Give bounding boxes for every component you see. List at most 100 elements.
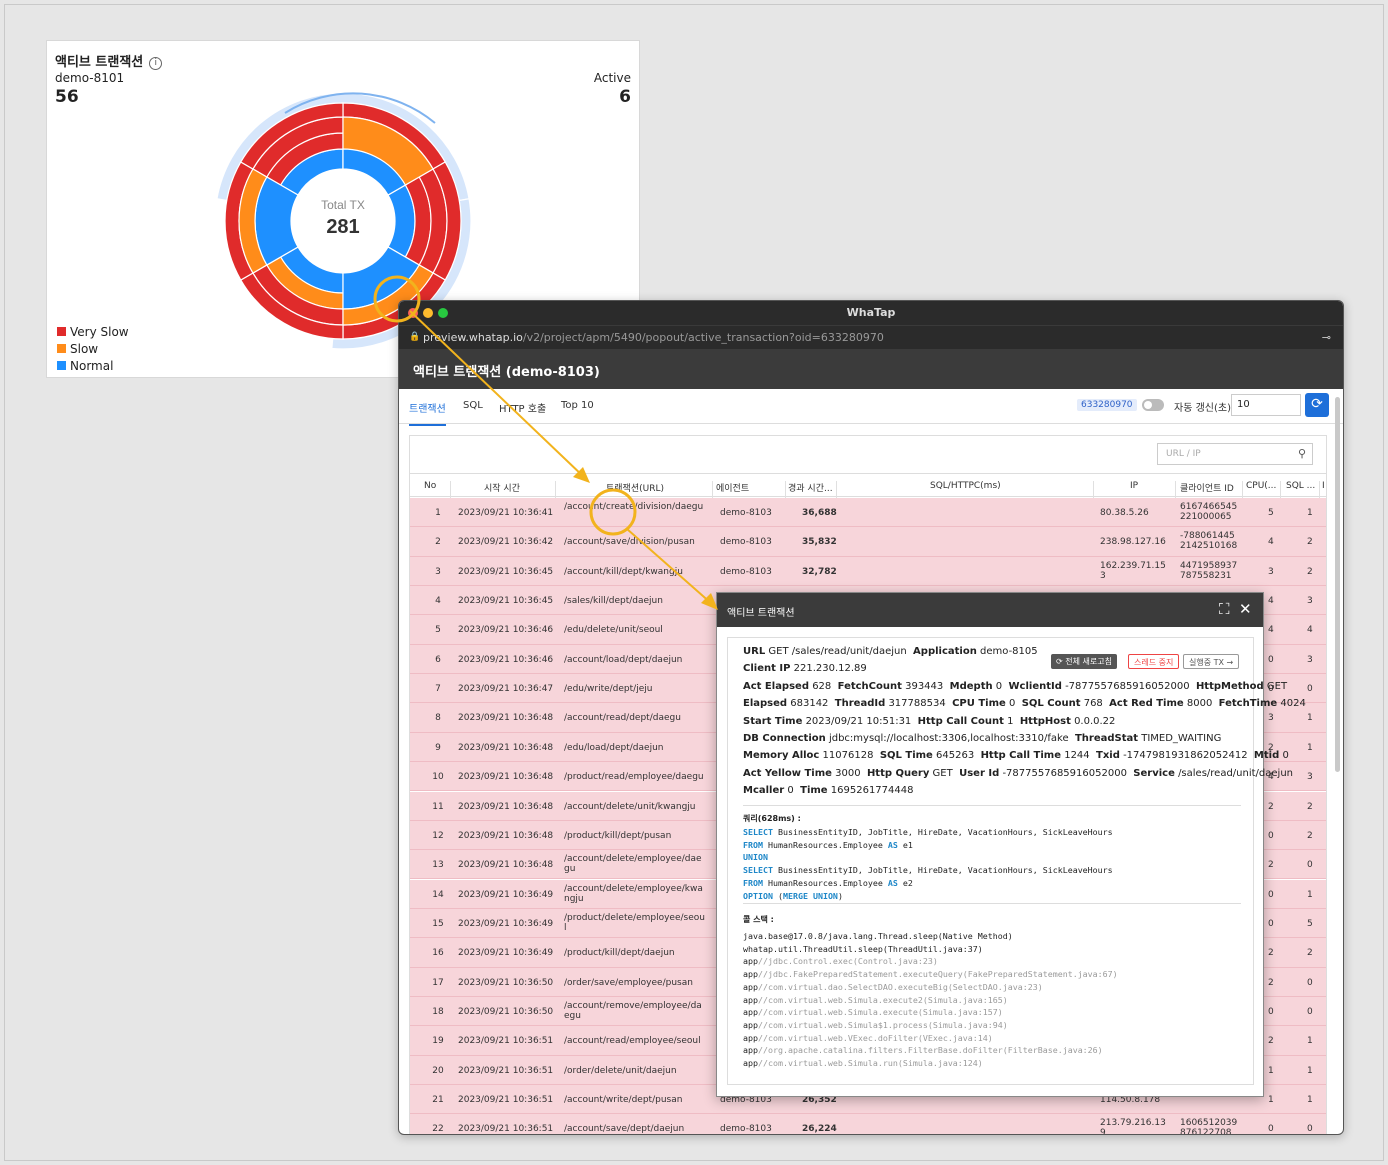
key-icon[interactable]: ⊸ xyxy=(1322,331,1331,344)
cell-cpu: 0 xyxy=(1268,654,1274,665)
cell-url[interactable]: /edu/write/dept/jeju xyxy=(564,684,706,694)
cell-url[interactable]: /order/delete/unit/daejun xyxy=(564,1066,706,1076)
oid-badge[interactable]: 633280970 xyxy=(1077,399,1137,411)
cell-url[interactable]: /account/delete/employee/daegu xyxy=(564,854,706,874)
search-icon[interactable]: ⚲ xyxy=(1298,447,1306,460)
tab-bar: 트랜잭션 SQL HTTP 호출 Top 10 633280970 자동 갱신(… xyxy=(399,389,1343,426)
cell-cpu: 0 xyxy=(1268,1006,1274,1017)
close-icon[interactable]: ✕ xyxy=(1239,600,1252,618)
table-row[interactable]: 3 2023/09/21 10:36:45/account/kill/dept/k… xyxy=(410,556,1326,586)
tab-transaction[interactable]: 트랜잭션 xyxy=(409,400,446,426)
sql-token: BusinessEntityID, JobTitle, HireDate, Va… xyxy=(772,865,1113,876)
cell-cpu: 4 xyxy=(1268,537,1274,548)
table-row[interactable]: 1 2023/09/21 10:36:41/account/create/divi… xyxy=(410,498,1326,528)
running-tx-button[interactable]: 실행중 TX → xyxy=(1183,654,1240,669)
stack-frame: app xyxy=(743,1058,758,1069)
cell-url[interactable]: /account/write/dept/pusan xyxy=(564,1095,706,1105)
search-input[interactable]: URL / IP ⚲ xyxy=(1157,443,1313,465)
stack-frame-path: //com.virtual.web.Simula.run(Simula.java… xyxy=(758,1058,983,1069)
cell-url[interactable]: /product/kill/dept/daejun xyxy=(564,948,706,958)
column-header[interactable]: No xyxy=(424,481,436,491)
table-header: No 시작 시간 트랜잭션(URL) 에이전트 경과 시간... SQL/HTTPC(ms… xyxy=(410,473,1326,503)
cell-url[interactable]: /edu/load/dept/daejun xyxy=(564,743,706,753)
stop-thread-button[interactable]: 스레드 중지 xyxy=(1128,654,1180,669)
legend-item[interactable]: Normal xyxy=(57,358,129,375)
cell-no: 6 xyxy=(435,654,441,665)
interval-input[interactable]: 10 xyxy=(1231,394,1301,416)
sql-token: BusinessEntityID, JobTitle, HireDate, Va… xyxy=(772,827,1113,837)
cell-url[interactable]: /product/read/employee/daegu xyxy=(564,772,706,782)
address-bar[interactable]: 🔒 preview.whatap.io/v2/project/apm/5490/… xyxy=(399,325,1343,349)
column-header[interactable]: CPU(... xyxy=(1246,481,1276,491)
cell-agent: demo-8103 xyxy=(720,508,772,518)
field-value: GET /sales/read/unit/daejun xyxy=(768,646,907,657)
cell-url[interactable]: /account/delete/unit/kwangju xyxy=(564,802,706,812)
field-value: 3000 xyxy=(835,767,861,779)
stack-frame: whatap.util.ThreadUtil.sleep(ThreadUtil.… xyxy=(743,943,983,954)
cell-url[interactable]: /account/save/dept/daejun xyxy=(564,1124,706,1134)
cell-url[interactable]: /account/read/dept/daegu xyxy=(564,713,706,723)
scrollbar[interactable] xyxy=(1335,397,1340,772)
tab-top10[interactable]: Top 10 xyxy=(561,400,594,411)
legend-item[interactable]: Very Slow xyxy=(57,324,129,341)
tab-http-call[interactable]: HTTP 호출 xyxy=(499,400,546,415)
field-key: Mcaller xyxy=(743,785,785,797)
call-stack-label: 콜 스택 : xyxy=(743,915,774,924)
column-header[interactable]: 경과 시간... xyxy=(788,481,833,494)
stack-frame: app xyxy=(743,1045,758,1056)
field-value: 4024 xyxy=(1280,698,1306,710)
field-key: User Id xyxy=(959,767,1000,779)
cell-url[interactable]: /account/create/division/daegu xyxy=(564,502,706,512)
url-text[interactable]: preview.whatap.io/v2/project/apm/5490/po… xyxy=(423,331,884,344)
fullscreen-icon[interactable]: ⛶ xyxy=(1219,600,1230,618)
field-value: TIMED_WAITING xyxy=(1141,733,1222,744)
cell-url[interactable]: /account/save/division/pusan xyxy=(564,537,706,547)
column-header[interactable]: 클라이언트 ID xyxy=(1180,481,1234,494)
widget-title: 액티브 트랜잭션 i xyxy=(55,51,163,70)
cell-url[interactable]: /account/remove/employee/daegu xyxy=(564,1001,706,1021)
cell-no: 16 xyxy=(432,948,444,959)
field-value: 645263 xyxy=(936,750,975,762)
cell-start-time: 2023/09/21 10:36:51 xyxy=(458,1124,554,1135)
cell-start-time: 2023/09/21 10:36:45 xyxy=(458,596,554,607)
query-label: 쿼리(628ms) : xyxy=(743,814,801,823)
lock-icon: 🔒 xyxy=(409,332,421,342)
cell-url[interactable]: /order/save/employee/pusan xyxy=(564,978,706,988)
window-title: WhaTap xyxy=(846,306,896,319)
column-header[interactable]: SQL/HTTPC(ms) xyxy=(930,481,1001,491)
info-icon[interactable]: i xyxy=(149,57,163,70)
cell-start-time: 2023/09/21 10:36:46 xyxy=(458,654,554,665)
cell-start-time: 2023/09/21 10:36:50 xyxy=(458,977,554,988)
cell-url[interactable]: /product/kill/dept/pusan xyxy=(564,831,706,841)
column-header[interactable]: 트랜잭션(URL) xyxy=(606,481,664,494)
cell-no: 9 xyxy=(435,742,441,753)
cell-url[interactable]: /account/kill/dept/kwangju xyxy=(564,567,706,577)
field-value: -1747981931862052412 xyxy=(1123,750,1248,762)
refresh-button[interactable]: ⟳ xyxy=(1305,393,1329,417)
column-header[interactable]: SQL ... xyxy=(1286,481,1315,491)
cell-url[interactable]: /edu/delete/unit/seoul xyxy=(564,625,706,635)
tab-sql[interactable]: SQL xyxy=(463,400,483,411)
legend-item[interactable]: Slow xyxy=(57,341,129,358)
cell-url[interactable]: /account/delete/employee/kwangju xyxy=(564,884,706,904)
column-header[interactable]: I xyxy=(1322,481,1325,491)
cell-url[interactable]: /account/read/employee/seoul xyxy=(564,1036,706,1046)
detail-field-line: DB Connection jdbc:mysql://localhost:330… xyxy=(743,733,1228,744)
cell-url[interactable]: /account/load/dept/daejun xyxy=(564,655,706,665)
full-refresh-button[interactable]: ⟳ 전체 새로고침 xyxy=(1051,654,1117,669)
auto-refresh-toggle[interactable] xyxy=(1142,399,1164,411)
field-value: demo-8105 xyxy=(980,646,1038,657)
sql-token: e1 xyxy=(897,839,913,850)
table-row[interactable]: 22 2023/09/21 10:36:51/account/save/dept/… xyxy=(410,1114,1326,1135)
stack-frame-path: //com.virtual.web.Simula.execute(Simula.… xyxy=(758,1007,1003,1018)
cell-url[interactable]: /sales/kill/dept/daejun xyxy=(564,596,706,606)
field-value: 0.0.0.22 xyxy=(1074,715,1116,727)
cell-start-time: 2023/09/21 10:36:47 xyxy=(458,684,554,695)
cell-url[interactable]: /product/delete/employee/seoul xyxy=(564,913,706,933)
stack-frame-path: //com.virtual.web.Simula.execute2(Simula… xyxy=(758,994,1008,1005)
column-header[interactable]: 에이전트 xyxy=(716,481,749,494)
column-header[interactable]: IP xyxy=(1130,481,1138,491)
column-header[interactable]: 시작 시간 xyxy=(484,481,520,494)
cell-sql: 5 xyxy=(1307,918,1313,929)
table-row[interactable]: 2 2023/09/21 10:36:42/account/save/divisi… xyxy=(410,527,1326,557)
